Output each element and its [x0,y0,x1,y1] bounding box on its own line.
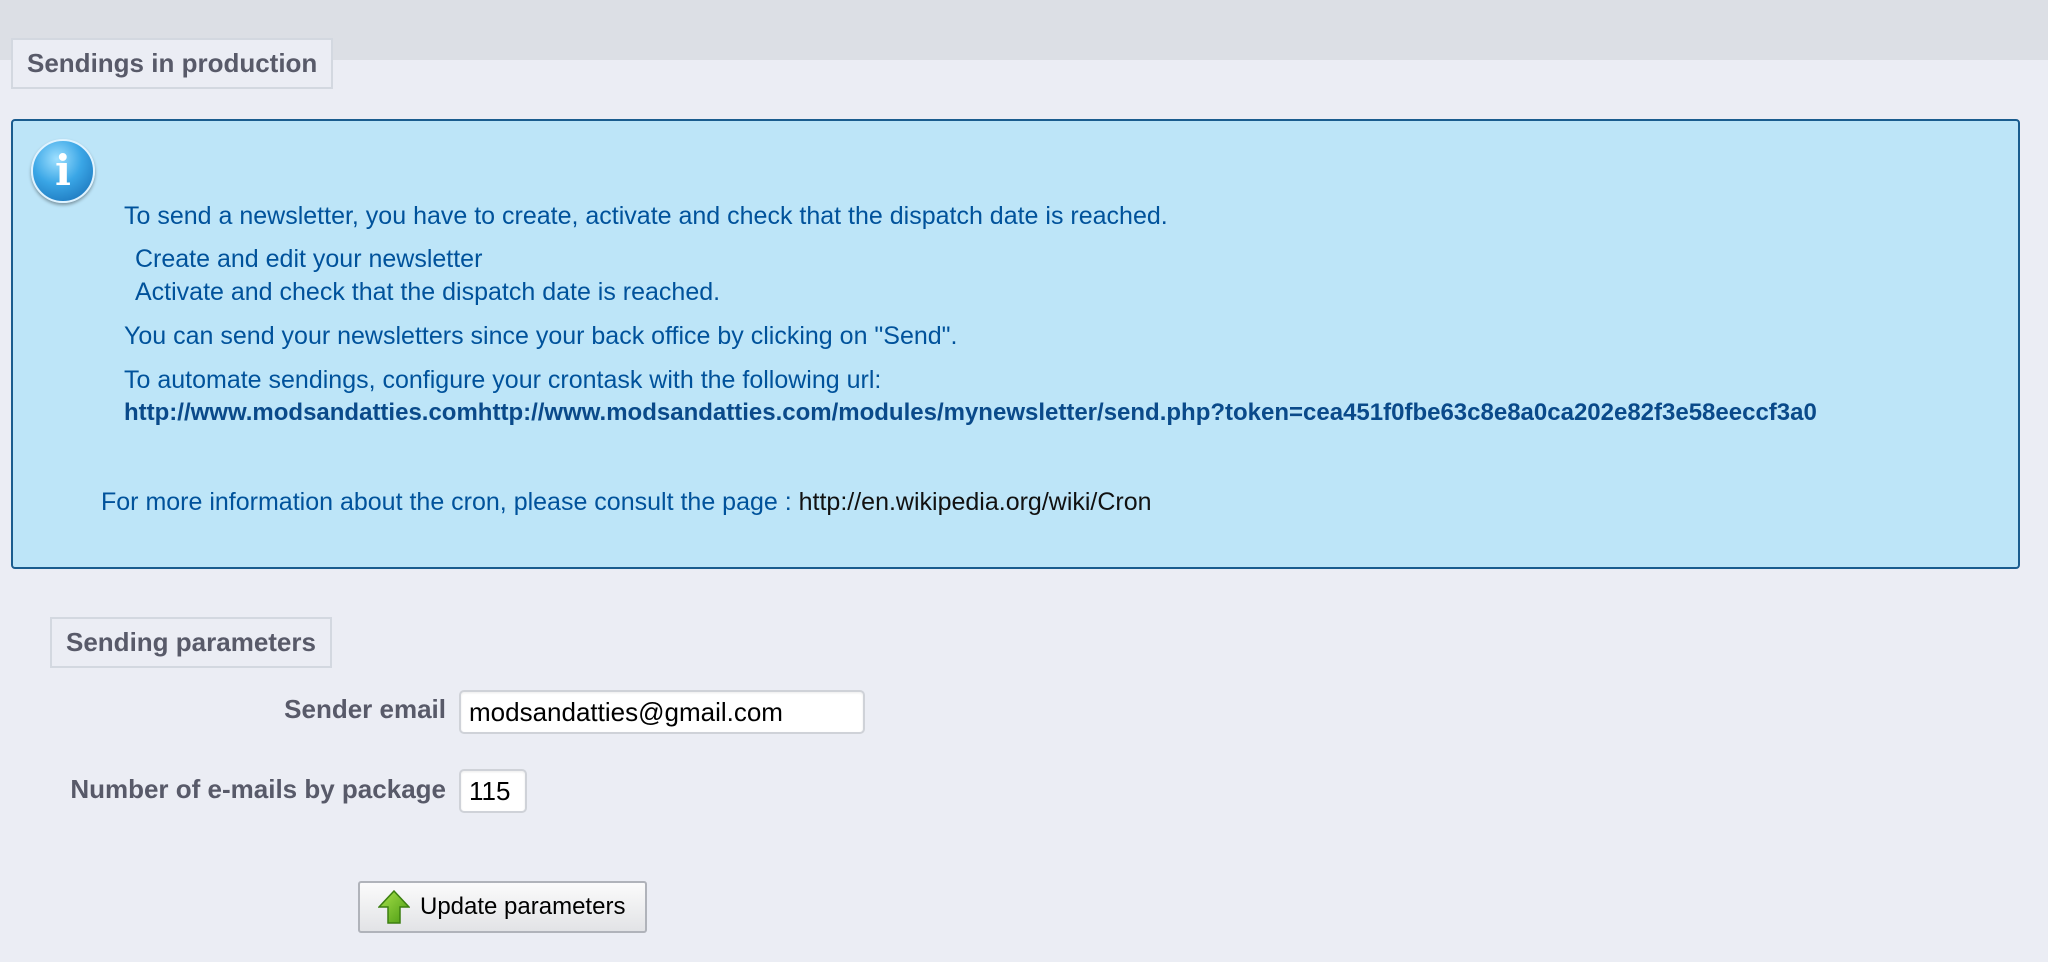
cron-url: http://www.modsandatties.comhttp://www.m… [124,399,1817,426]
section-title-production: Sendings in production [11,38,334,89]
sender-email-label: Sender email [284,694,446,724]
cron-info-text: For more information about the cron, ple… [101,488,799,516]
info-icon: i [31,139,95,203]
emails-per-package-label: Number of e-mails by package [70,774,446,804]
cron-wikipedia-link[interactable]: http://en.wikipedia.org/wiki/Cron [799,488,1152,516]
update-parameters-label: Update parameters [420,893,626,920]
info-message-box: i To send a newsletter, you have to crea… [11,119,2020,569]
update-parameters-button[interactable]: Update parameters [358,881,647,933]
info-intro-text: To send a newsletter, you have to create… [124,202,1168,230]
cron-info-line: For more information about the cron, ple… [101,487,1152,517]
info-icon-glyph: i [55,146,71,195]
info-send-text: You can send your newsletters since your… [124,322,958,350]
section-title-sending-parameters: Sending parameters [50,617,332,668]
sender-email-input[interactable] [459,690,865,734]
green-up-arrow-icon [378,890,410,924]
info-automate-text: To automate sendings, configure your cro… [124,366,882,394]
info-step-create: Create and edit your newsletter [135,245,483,273]
info-step-activate: Activate and check that the dispatch dat… [135,278,721,306]
emails-per-package-input[interactable] [459,769,527,813]
